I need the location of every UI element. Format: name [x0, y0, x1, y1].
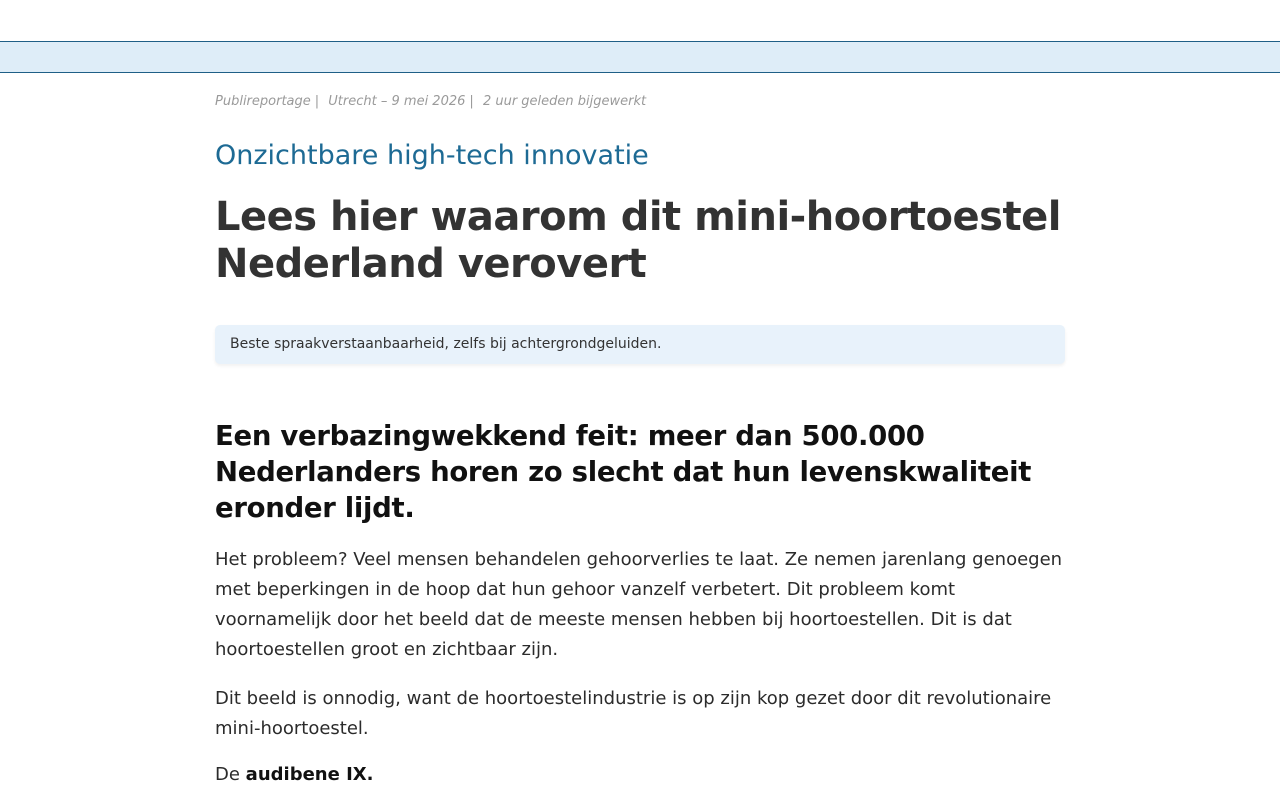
meta-separator: | [314, 94, 320, 109]
article: Publireportage | Utrecht – 9 mei 2026 | 2 … [215, 73, 1065, 790]
top-header-area [0, 0, 1280, 41]
article-kicker: Onzichtbare high-tech innovatie [215, 140, 649, 171]
product-intro: De [215, 764, 240, 785]
article-subheading: Een verbazingwekkend feit: meer dan 500.… [215, 420, 1032, 524]
meta-updated: 2 uur geleden bijgewerkt [482, 94, 647, 109]
callout-box: Beste spraakverstaanbaarheid, zelfs bij … [215, 325, 1065, 364]
article-meta: Publireportage | Utrecht – 9 mei 2026 | 2 … [215, 94, 1065, 109]
meta-category: Publireportage [215, 94, 311, 109]
article-headline: Lees hier waarom dit mini-hoortoestel Ne… [215, 194, 1061, 287]
meta-separator: | [469, 94, 474, 109]
meta-location-date: Utrecht – 9 mei 2026 [328, 94, 466, 109]
navigation-bar [0, 41, 1280, 73]
body-paragraph: Het probleem? Veel mensen behandelen geh… [215, 549, 1063, 660]
product-paragraph: De audibene IX. [215, 760, 1065, 790]
product-name: audibene IX. [245, 764, 374, 785]
body-paragraph: Dit beeld is onnodig, want de hoortoeste… [215, 688, 1052, 739]
